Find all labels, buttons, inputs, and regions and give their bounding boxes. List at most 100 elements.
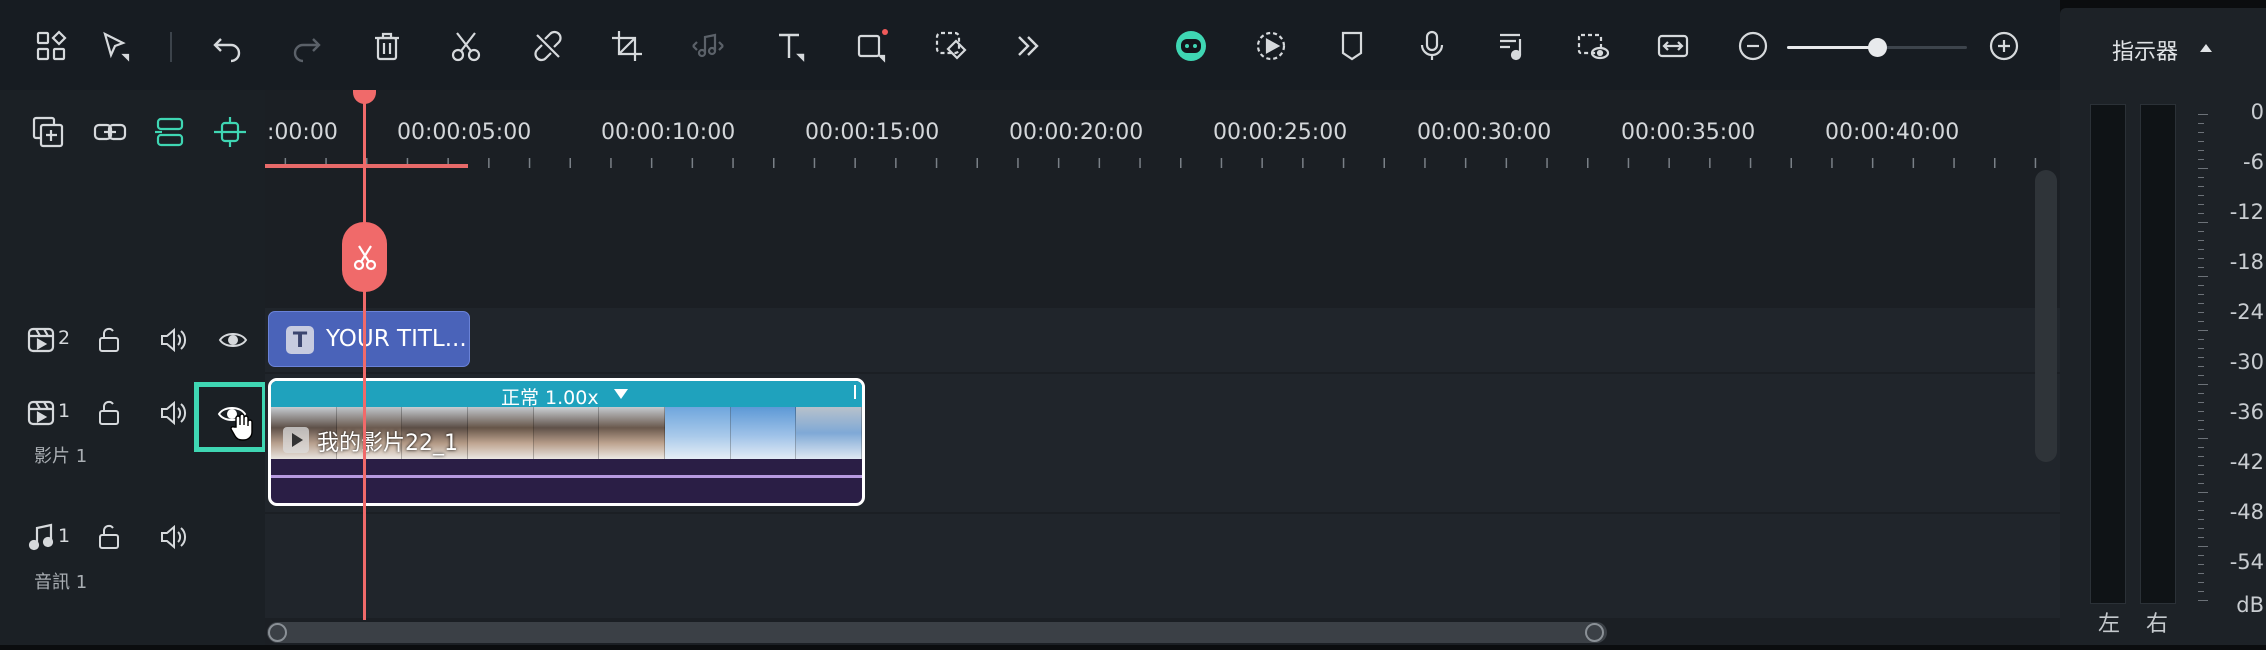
ruler-marked-range — [265, 164, 468, 168]
meter-scale-tick — [2198, 213, 2204, 214]
track-name: 影片 1 — [34, 446, 88, 467]
clip-speed-bar[interactable]: 正常 1.00x — [271, 381, 862, 409]
more-icon[interactable] — [1005, 23, 1051, 69]
clip-thumbnail — [533, 407, 600, 459]
video-clip[interactable]: 正常 1.00x 我的影片22_1 — [268, 378, 865, 506]
crop-icon[interactable] — [604, 23, 650, 69]
track-row-video-2[interactable] — [265, 308, 2060, 372]
meter-scale-tick — [2198, 447, 2204, 448]
meter-scale-tick — [2198, 582, 2204, 583]
zoom-slider-knob[interactable] — [1868, 38, 1887, 57]
meter-scale-tick — [2198, 357, 2204, 358]
timeline[interactable]: :00:00 00:00:05:00 00:00:10:00 00:00:15:… — [265, 90, 2060, 645]
speaker-icon[interactable] — [156, 520, 190, 554]
undo-icon[interactable] — [205, 23, 251, 69]
meter-scale-tick — [2198, 456, 2204, 457]
playhead-split-button[interactable] — [342, 222, 387, 292]
video-clip-label: 我的影片22_1 — [317, 431, 458, 456]
add-track-icon[interactable] — [26, 110, 70, 154]
scrollbar-right-handle[interactable] — [1585, 623, 1604, 642]
ai-assistant-icon[interactable] — [1168, 23, 1214, 69]
meter-scale-tick — [2198, 267, 2204, 268]
clip-speed-label: 正常 1.00x — [501, 387, 599, 409]
meter-scale-tick — [2198, 303, 2204, 304]
music-list-icon[interactable] — [1490, 23, 1536, 69]
vertical-scrollbar[interactable] — [2035, 170, 2057, 462]
db-tick: -30 — [2229, 350, 2264, 374]
align-icon[interactable] — [148, 110, 192, 154]
meter-scale-tick — [2198, 546, 2208, 547]
ruler-label: 00:00:40:00 — [1825, 120, 1960, 145]
meter-scale-tick — [2198, 285, 2204, 286]
meter-scale-tick — [2198, 429, 2204, 430]
meter-scale-tick — [2198, 465, 2204, 466]
track-number: 2 — [58, 327, 71, 349]
meter-title[interactable]: 指示器 — [2112, 34, 2178, 66]
track-number: 1 — [58, 525, 71, 547]
meter-scale-tick — [2198, 159, 2204, 160]
video-track-icon — [24, 323, 58, 357]
playhead[interactable] — [363, 90, 366, 645]
split-scissors-icon[interactable] — [443, 23, 489, 69]
meter-left-label: 左 — [2098, 612, 2121, 637]
title-clip-label: YOUR TITL... — [326, 326, 467, 352]
meter-scale-tick — [2198, 474, 2204, 475]
horizontal-scrollbar[interactable] — [265, 620, 2060, 645]
microphone-icon[interactable] — [1409, 23, 1455, 69]
speed-dropdown-icon[interactable] — [614, 389, 628, 399]
unlink-icon[interactable] — [525, 23, 571, 69]
db-tick: -12 — [2229, 200, 2264, 224]
db-tick: 0 — [2250, 100, 2264, 124]
zoom-slider-fill — [1787, 46, 1877, 49]
layout-grid-icon[interactable] — [28, 23, 74, 69]
magnet-snap-icon[interactable] — [208, 110, 252, 154]
zoom-out-icon[interactable] — [1730, 23, 1776, 69]
db-tick: -18 — [2229, 250, 2264, 274]
db-tick: -6 — [2243, 150, 2264, 174]
toolbar — [0, 0, 2060, 90]
track-header-audio-1: 1 音訊 1 — [0, 520, 265, 610]
horizontal-scrollbar-thumb[interactable] — [267, 622, 1607, 643]
meter-bar-right — [2140, 104, 2176, 604]
zoom-slider[interactable] — [1787, 38, 1967, 58]
meter-scale-tick — [2198, 294, 2204, 295]
clip-audio-waveform — [271, 475, 862, 478]
meter-scale-tick — [2198, 528, 2204, 529]
time-ruler[interactable]: :00:00 00:00:05:00 00:00:10:00 00:00:15:… — [265, 90, 2060, 168]
shape-icon[interactable] — [848, 23, 894, 69]
hand-cursor-icon — [227, 413, 257, 443]
scrollbar-left-handle[interactable] — [268, 623, 287, 642]
meter-scale-tick — [2198, 537, 2204, 538]
marker-icon[interactable] — [1329, 23, 1375, 69]
meter-scale-tick — [2198, 258, 2204, 259]
audio-edit-icon[interactable] — [685, 23, 731, 69]
fit-timeline-icon[interactable] — [1650, 23, 1696, 69]
db-unit-label: dB — [2236, 593, 2264, 617]
zoom-in-icon[interactable] — [1981, 23, 2027, 69]
lock-icon[interactable] — [92, 323, 126, 357]
track-row-audio-1[interactable] — [265, 514, 2060, 618]
eye-toggle-highlight[interactable] — [194, 382, 267, 452]
ruler-label: :00:00 — [267, 120, 338, 145]
caret-up-icon[interactable] — [2200, 44, 2212, 52]
meter-scale-tick — [2198, 177, 2204, 178]
clip-thumbnail — [730, 407, 797, 459]
meter-scale-tick — [2198, 249, 2204, 250]
render-preview-icon[interactable] — [1248, 23, 1294, 69]
select-pointer-icon[interactable] — [92, 23, 138, 69]
link-icon[interactable] — [88, 110, 132, 154]
redo-icon[interactable] — [283, 23, 329, 69]
preview-screen-icon[interactable] — [1570, 23, 1616, 69]
eye-icon[interactable] — [216, 323, 250, 357]
speaker-icon[interactable] — [156, 323, 190, 357]
track-header-panel: 2 1 影片 1 1 音訊 1 — [0, 90, 267, 645]
delete-icon[interactable] — [364, 23, 410, 69]
text-icon[interactable] — [767, 23, 813, 69]
title-clip[interactable]: T YOUR TITL... — [268, 311, 470, 367]
lock-icon[interactable] — [92, 520, 126, 554]
speaker-icon[interactable] — [156, 396, 190, 430]
track-header-video-2: 2 — [0, 310, 265, 370]
meter-scale-tick — [2198, 555, 2204, 556]
lock-icon[interactable] — [92, 396, 126, 430]
mask-icon[interactable] — [928, 23, 974, 69]
